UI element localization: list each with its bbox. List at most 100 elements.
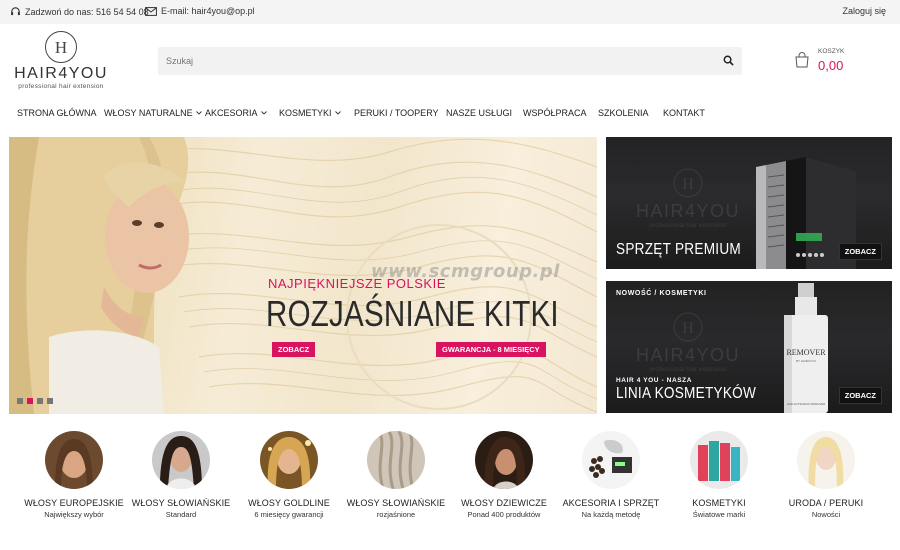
svg-text:REMOVER: REMOVER bbox=[786, 348, 826, 357]
chevron-down-icon bbox=[260, 111, 267, 115]
category-title: URODA / PERUKI bbox=[788, 498, 864, 508]
hero-banner[interactable]: www.scmgroup.pl NAJPIĘKNIEJSZE POLSKIE R… bbox=[9, 137, 597, 414]
phone-label: Zadzwoń do nas: 516 54 54 08 bbox=[25, 6, 149, 17]
category-title: WŁOSY DZIEWICZE bbox=[461, 498, 547, 508]
category-lightened-slavic-hair[interactable]: WŁOSY SŁOWIAŃSKIE rozjaśnione bbox=[338, 431, 454, 519]
category-wigs[interactable]: URODA / PERUKI Nowości bbox=[768, 431, 884, 519]
nav-label: KONTAKT bbox=[663, 108, 705, 118]
envelope-icon bbox=[145, 6, 157, 16]
nav-label: KOSMETYKI bbox=[279, 108, 332, 118]
nav-label: AKCESORIA bbox=[205, 108, 258, 118]
svg-text:BY HAIR4YOU: BY HAIR4YOU bbox=[796, 359, 816, 363]
category-subtitle: Największy wybór bbox=[44, 510, 104, 519]
category-title: WŁOSY EUROPEJSKIE bbox=[24, 498, 124, 508]
email-contact[interactable]: E-mail: hair4you@op.pl bbox=[145, 6, 255, 16]
nav-item-home[interactable]: STRONA GŁÓWNA bbox=[17, 108, 97, 118]
main-nav: STRONA GŁÓWNA WŁOSY NATURALNE AKCESORIA … bbox=[0, 104, 900, 124]
category-european-hair[interactable]: WŁOSY EUROPEJSKIE Największy wybór bbox=[16, 431, 132, 519]
slider-dots bbox=[17, 398, 53, 404]
category-image bbox=[367, 431, 425, 489]
nav-item-cooperation[interactable]: WSPÓŁPRACA bbox=[523, 108, 587, 118]
slider-dot-active[interactable] bbox=[27, 398, 33, 404]
nav-item-training[interactable]: SZKOLENIA bbox=[598, 108, 649, 118]
headset-icon bbox=[11, 7, 20, 16]
banner-button[interactable]: ZOBACZ bbox=[272, 342, 316, 357]
logo-tagline: professional hair extension bbox=[18, 83, 104, 90]
category-list: WŁOSY EUROPEJSKIE Największy wybór WŁOSY… bbox=[0, 431, 900, 541]
category-title: KOSMETYKI bbox=[692, 498, 746, 508]
phone-contact[interactable]: Zadzwoń do nas: 516 54 54 08 bbox=[10, 6, 149, 17]
category-subtitle: Standard bbox=[165, 510, 197, 519]
category-image bbox=[152, 431, 210, 489]
logo-monogram: H bbox=[45, 31, 77, 63]
category-accessories[interactable]: AKCESORIA I SPRZĘT Na każdą metodę bbox=[553, 431, 669, 519]
category-title: WŁOSY GOLDLINE bbox=[248, 498, 330, 508]
chevron-down-icon bbox=[195, 111, 202, 115]
nav-label: STRONA GŁÓWNA bbox=[17, 108, 97, 118]
banner-subtitle: NAJPIĘKNIEJSZE POLSKIE bbox=[268, 276, 446, 291]
svg-text:professional hair extension: professional hair extension bbox=[649, 366, 727, 373]
category-title: AKCESORIA I SPRZĘT bbox=[562, 498, 660, 508]
svg-text:H: H bbox=[682, 320, 694, 337]
category-image bbox=[475, 431, 533, 489]
category-subtitle: 6 miesięcy gwarancji bbox=[254, 510, 324, 519]
nav-item-wigs[interactable]: PERUKI / TOOPERY bbox=[354, 108, 439, 118]
promo-button[interactable]: ZOBACZ bbox=[838, 243, 882, 260]
nav-item-natural-hair[interactable]: WŁOSY NATURALNE bbox=[104, 108, 202, 118]
category-subtitle: Nowości bbox=[811, 510, 841, 519]
email-label: E-mail: hair4you@op.pl bbox=[161, 6, 255, 16]
promo-title: SPRZĘT PREMIUM bbox=[616, 241, 741, 258]
chevron-down-icon bbox=[334, 111, 341, 115]
promo-equipment[interactable]: H HAIR4YOU professional hair extension S… bbox=[606, 137, 892, 269]
cart-label: KOSZYK bbox=[818, 48, 845, 55]
logo-name: HAIR4YOU bbox=[14, 65, 108, 82]
svg-text:HAIR EXTENSION REMOVER: HAIR EXTENSION REMOVER bbox=[787, 402, 826, 406]
category-image bbox=[45, 431, 103, 489]
remover-bottle-image: REMOVER BY HAIR4YOU HAIR EXTENSION REMOV… bbox=[784, 283, 828, 413]
search-icon[interactable] bbox=[723, 55, 734, 66]
cart-value: 0,00 bbox=[818, 58, 844, 73]
category-title: WŁOSY SŁOWIAŃSKIE bbox=[131, 498, 231, 508]
promo-button[interactable]: ZOBACZ bbox=[838, 387, 882, 404]
slider-dot[interactable] bbox=[17, 398, 23, 404]
svg-text:H: H bbox=[682, 176, 694, 193]
category-subtitle: rozjaśnione bbox=[376, 510, 416, 519]
nav-label: NASZE USŁUGI bbox=[446, 108, 513, 118]
search-input[interactable] bbox=[158, 47, 698, 75]
cart[interactable]: KOSZYK 0,00 bbox=[792, 46, 862, 76]
svg-text:H: H bbox=[55, 38, 67, 57]
banner-title: ROZJAŚNIANE KITKI bbox=[266, 293, 559, 334]
promo-subtitle: HAIR 4 YOU - NASZA bbox=[616, 377, 693, 384]
promo-category: NOWOŚĆ / KOSMETYKI bbox=[616, 290, 707, 297]
nav-label: SZKOLENIA bbox=[598, 108, 649, 118]
promo-title: LINIA KOSMETYKÓW bbox=[616, 385, 757, 402]
category-image bbox=[260, 431, 318, 489]
category-goldline-hair[interactable]: WŁOSY GOLDLINE 6 miesięcy gwarancji bbox=[231, 431, 347, 519]
svg-text:professional hair extension: professional hair extension bbox=[649, 222, 727, 229]
category-image bbox=[690, 431, 748, 489]
category-subtitle: Ponad 400 produktów bbox=[467, 510, 541, 519]
slider-dot[interactable] bbox=[47, 398, 53, 404]
svg-text:HAIR4YOU: HAIR4YOU bbox=[636, 345, 740, 365]
category-image bbox=[797, 431, 855, 489]
promo-logo-watermark: H HAIR4YOU professional hair extension bbox=[636, 312, 740, 373]
search-bar bbox=[158, 47, 742, 75]
promo-cosmetics[interactable]: NOWOŚĆ / KOSMETYKI H HAIR4YOU profession… bbox=[606, 281, 892, 413]
warranty-badge: GWARANCJA - 8 MIESIĘCY bbox=[436, 342, 546, 357]
logo[interactable]: H HAIR4YOU professional hair extension bbox=[6, 30, 116, 94]
slider-dot[interactable] bbox=[37, 398, 43, 404]
top-bar: Zadzwoń do nas: 516 54 54 08 E-mail: hai… bbox=[0, 0, 900, 24]
nav-item-cosmetics[interactable]: KOSMETYKI bbox=[279, 108, 341, 118]
nav-item-services[interactable]: NASZE USŁUGI bbox=[446, 108, 512, 118]
category-cosmetics[interactable]: KOSMETYKI Światowe marki bbox=[661, 431, 777, 519]
category-virgin-hair[interactable]: WŁOSY DZIEWICZE Ponad 400 produktów bbox=[446, 431, 562, 519]
nav-item-accessories[interactable]: AKCESORIA bbox=[205, 108, 267, 118]
category-image bbox=[582, 431, 640, 489]
category-title: WŁOSY SŁOWIAŃSKIE bbox=[346, 498, 446, 508]
nav-label: WŁOSY NATURALNE bbox=[104, 108, 193, 118]
category-subtitle: Światowe marki bbox=[692, 510, 746, 519]
category-slavic-hair[interactable]: WŁOSY SŁOWIAŃSKIE Standard bbox=[123, 431, 239, 519]
nav-label: PERUKI / TOOPERY bbox=[354, 108, 439, 118]
nav-item-contact[interactable]: KONTAKT bbox=[663, 108, 705, 118]
login-link[interactable]: Zaloguj się bbox=[842, 6, 886, 16]
